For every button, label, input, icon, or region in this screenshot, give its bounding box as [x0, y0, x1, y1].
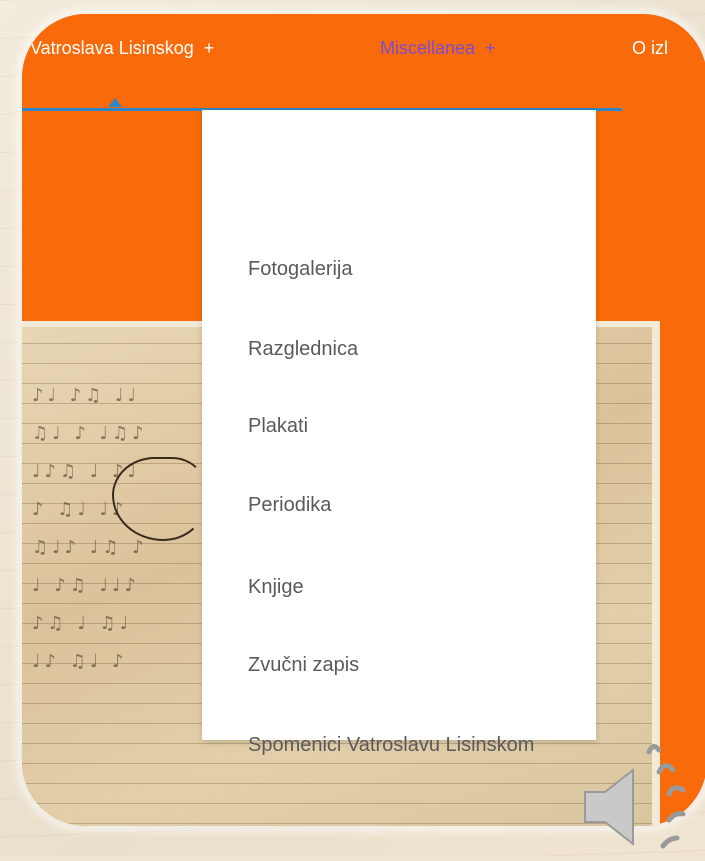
nav-item-label: Miscellanea — [380, 38, 476, 58]
nav-item-label: O izl — [632, 38, 668, 58]
active-caret-icon — [108, 98, 122, 107]
menu-item-razglednica[interactable]: Razglednica — [248, 336, 548, 362]
speaker-icon[interactable] — [583, 740, 705, 856]
menu-item-spomenici[interactable]: Spomenici Vatroslavu Lisinskom — [248, 732, 548, 758]
nav-item-label: Vatroslava Lisinskog — [30, 38, 194, 58]
miscellanea-dropdown-menu: Fotogalerija Razglednica Plakati Periodi… — [202, 110, 596, 756]
menu-item-periodika[interactable]: Periodika — [248, 492, 548, 518]
menu-item-knjige[interactable]: Knjige — [248, 574, 548, 600]
content-card: ♪♩ ♪♫ ♩♩ ♫♩ ♪ ♩♫♪ ♩♪♫ ♩ ♪♩ ♪ ♫♩ ♩♪ ♫♩♪ ♩… — [22, 14, 705, 826]
nav-item-lisinski[interactable]: Vatroslava Lisinskog + — [30, 38, 214, 59]
plus-icon: + — [485, 38, 496, 58]
menu-item-zvucni-zapis[interactable]: Zvučni zapis — [248, 652, 548, 678]
music-notes-decoration: ♪♩ ♪♫ ♩♩ ♫♩ ♪ ♩♫♪ ♩♪♫ ♩ ♪♩ ♪ ♫♩ ♩♪ ♫♩♪ ♩… — [32, 385, 148, 672]
top-navigation: Vatroslava Lisinskog + Miscellanea + O i… — [22, 14, 668, 111]
menu-item-fotogalerija[interactable]: Fotogalerija — [248, 256, 548, 282]
plus-icon: + — [203, 38, 215, 58]
menu-item-plakati[interactable]: Plakati — [248, 413, 548, 439]
nav-item-miscellanea[interactable]: Miscellanea + — [380, 38, 496, 59]
nav-item-o-izlozbi[interactable]: O izl — [632, 38, 668, 59]
